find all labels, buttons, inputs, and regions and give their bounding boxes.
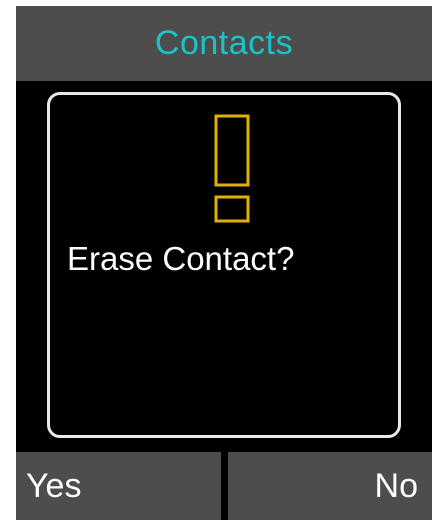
title-bar: Contacts — [16, 6, 432, 81]
softkey-divider — [221, 452, 228, 520]
yes-softkey[interactable]: Yes — [16, 452, 221, 520]
no-softkey[interactable]: No — [228, 452, 432, 520]
softkey-bar: Yes No — [16, 452, 432, 520]
dialog-message: Erase Contact? — [67, 240, 295, 277]
confirm-dialog: Erase Contact? — [47, 92, 401, 438]
phone-screen: Contacts Erase Contact? Yes No — [16, 6, 432, 520]
no-label: No — [374, 466, 418, 505]
exclamation-icon — [214, 114, 250, 223]
screen-title: Contacts — [154, 24, 294, 62]
yes-label: Yes — [26, 466, 82, 505]
